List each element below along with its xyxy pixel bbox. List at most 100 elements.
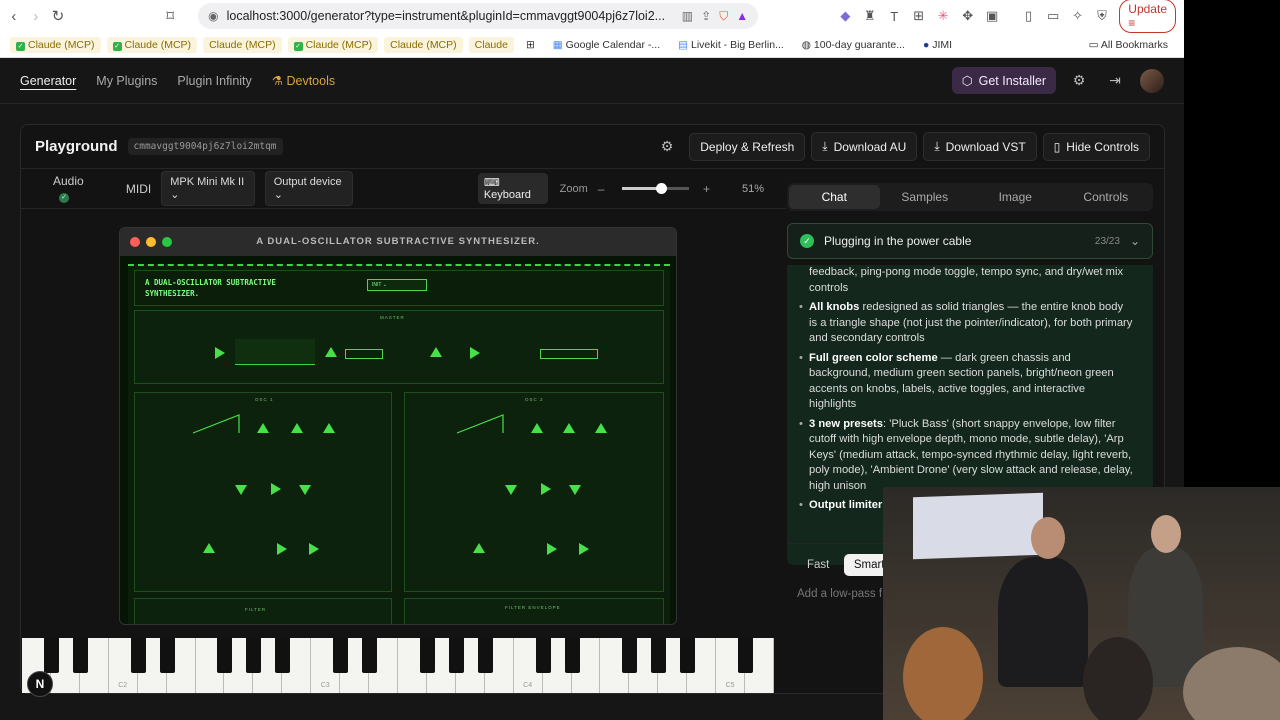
piano-black-key[interactable] (419, 638, 435, 673)
rewards-icon[interactable]: ▲ (736, 9, 748, 23)
glide-time-knob[interactable] (430, 347, 442, 357)
width-knob[interactable] (271, 483, 281, 495)
mode-fast-button[interactable]: Fast (797, 554, 839, 576)
piano-black-key[interactable] (564, 638, 580, 673)
puzzle-icon[interactable]: ✥ (960, 8, 974, 24)
bookmark-item[interactable]: Claude (MCP) (203, 36, 282, 53)
get-installer-button[interactable]: ⬡ Get Installer (951, 67, 1056, 94)
piano-black-key[interactable] (43, 638, 59, 673)
tab-image[interactable]: Image (970, 185, 1061, 209)
chevron-down-icon[interactable]: ⌄ (1130, 234, 1140, 248)
pulse-width-knob[interactable] (203, 543, 215, 553)
midi-device-select[interactable]: MPK Mini Mk II ⌄ (161, 171, 255, 206)
zoom-out-button[interactable]: – (598, 182, 605, 196)
forward-icon[interactable]: › (30, 8, 42, 25)
blend-knob[interactable] (569, 485, 581, 495)
bookmark-item[interactable]: ✓ Claude (MCP) (106, 36, 198, 53)
piano-black-key[interactable] (333, 638, 349, 673)
settings-icon[interactable]: ⚙ (661, 138, 674, 155)
piano-black-key[interactable] (217, 638, 233, 673)
settings-icon[interactable]: ⚙ (1066, 72, 1092, 89)
level-knob[interactable] (257, 423, 269, 433)
reader-icon[interactable]: ▥ (682, 9, 693, 23)
gain-knob[interactable] (215, 347, 225, 359)
zoom-slider[interactable] (622, 183, 689, 194)
piano-black-key[interactable] (448, 638, 464, 673)
extension-icon[interactable]: ▣ (985, 8, 999, 24)
detune-knob[interactable] (235, 485, 247, 495)
level-knob[interactable] (531, 423, 543, 433)
update-button[interactable]: Update ≡ (1119, 0, 1176, 33)
coarse-knob[interactable] (563, 423, 575, 433)
width-knob[interactable] (541, 483, 551, 495)
nav-generator[interactable]: Generator (20, 74, 76, 88)
piano-black-key[interactable] (362, 638, 378, 673)
piano-keyboard[interactable]: C2 C3 C4 C5 (22, 638, 774, 693)
piano-black-key[interactable] (680, 638, 696, 673)
fm-depth-knob[interactable] (547, 543, 557, 555)
status-card[interactable]: ✓ Plugging in the power cable 23/23 ⌄ (787, 223, 1153, 259)
pulse-width-knob[interactable] (473, 543, 485, 553)
address-bar[interactable]: ◉ localhost:3000/generator?type=instrume… (198, 3, 759, 29)
morph-knob[interactable] (309, 543, 319, 555)
nav-devtools[interactable]: ⚗ Devtools (272, 73, 335, 88)
tab-chat[interactable]: Chat (789, 185, 880, 209)
deploy-refresh-button[interactable]: Deploy & Refresh (689, 132, 806, 161)
download-au-button[interactable]: ⤓ Download AU (811, 132, 918, 161)
extension-icon[interactable]: ✳ (936, 8, 950, 24)
zoom-in-button[interactable]: + (703, 182, 710, 196)
piano-black-key[interactable] (72, 638, 88, 673)
output-device-select[interactable]: Output device ⌄ (264, 171, 353, 206)
tab-controls[interactable]: Controls (1061, 185, 1152, 209)
avatar[interactable] (1140, 68, 1164, 93)
extension-icon[interactable]: ⊞ (912, 8, 926, 24)
download-vst-button[interactable]: ⤓ Download VST (923, 132, 1037, 161)
share-icon[interactable]: ⇪ (701, 9, 711, 23)
piano-black-key[interactable] (738, 638, 754, 673)
piano-black-key[interactable] (130, 638, 146, 673)
piano-black-key[interactable] (275, 638, 291, 673)
audio-toggle[interactable]: Audio✓ (53, 174, 94, 203)
bpm-knob[interactable] (470, 347, 480, 359)
extension-icon[interactable]: ♜ (863, 8, 877, 24)
all-bookmarks[interactable]: ▭ All Bookmarks (1083, 37, 1174, 53)
bookmark-item[interactable]: Claude (468, 36, 514, 53)
tab-samples[interactable]: Samples (880, 185, 971, 209)
piano-black-key[interactable] (535, 638, 551, 673)
brave-shield-icon[interactable]: ⛉ (719, 9, 728, 24)
bookmark-icon[interactable]: ⌑ (164, 7, 176, 25)
bookmark-item[interactable]: ◍ 100-day guarante... (796, 37, 911, 53)
bookmark-item[interactable]: Claude (MCP) (384, 36, 463, 53)
sidebar-icon[interactable]: ▯ (1021, 8, 1035, 24)
fine-knob[interactable] (323, 423, 335, 433)
coarse-knob[interactable] (291, 423, 303, 433)
voice-mode-select[interactable] (345, 349, 383, 359)
bookmark-item[interactable]: ▦ Google Calendar -... (547, 37, 666, 53)
back-icon[interactable]: ‹ (8, 8, 20, 25)
site-info-icon[interactable]: ◉ (208, 9, 218, 23)
piano-black-key[interactable] (159, 638, 175, 673)
blend-knob[interactable] (299, 485, 311, 495)
apps-icon[interactable]: ⊞ (520, 37, 541, 53)
bookmark-item[interactable]: ● JIMI (917, 37, 958, 53)
bookmark-item[interactable]: ✓ Claude (MCP) (10, 36, 101, 53)
n-logo-icon[interactable]: N (27, 671, 53, 697)
leo-icon[interactable]: ✧ (1070, 8, 1084, 24)
piano-black-key[interactable] (246, 638, 262, 673)
bookmark-item[interactable]: ▤ Livekit - Big Berlin... (672, 37, 790, 53)
detune-knob[interactable] (505, 485, 517, 495)
nav-my-plugins[interactable]: My Plugins (96, 74, 157, 88)
morph-knob[interactable] (579, 543, 589, 555)
bookmark-item[interactable]: ✓ Claude (MCP) (287, 36, 379, 53)
wallet-icon[interactable]: ▭ (1046, 8, 1060, 24)
fine-knob[interactable] (595, 423, 607, 433)
reload-icon[interactable]: ↻ (52, 7, 65, 25)
extension-icon[interactable]: ◆ (838, 8, 852, 24)
extension-icon[interactable]: T (887, 9, 901, 24)
preset-select[interactable]: INIT ⌄ (367, 279, 427, 291)
hide-controls-button[interactable]: ▯ Hide Controls (1042, 132, 1150, 161)
logout-icon[interactable]: ⇥ (1102, 72, 1128, 89)
preset-select[interactable] (540, 349, 598, 359)
piano-black-key[interactable] (477, 638, 493, 673)
nav-plugin-infinity[interactable]: Plugin Infinity (177, 74, 251, 88)
